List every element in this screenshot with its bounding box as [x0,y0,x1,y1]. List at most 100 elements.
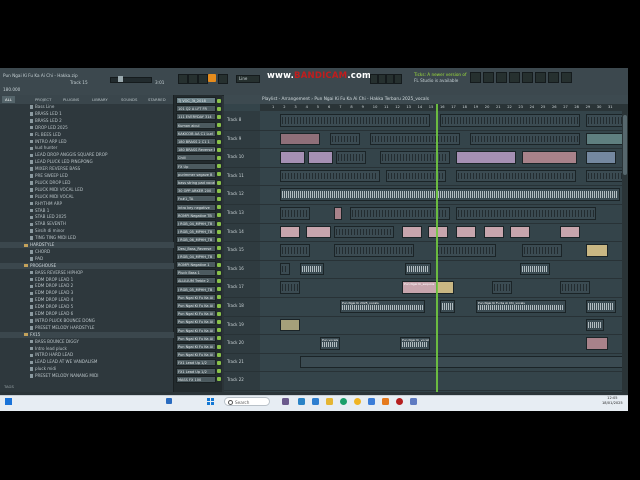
settings-app-icon[interactable] [410,398,417,405]
playlist-clip[interactable] [522,244,562,257]
browser-item[interactable]: RHYTHM ARP [0,201,203,207]
browser-icon[interactable] [522,72,533,83]
track-name[interactable]: Track 18 [227,303,244,308]
playlist-clip[interactable] [586,244,608,257]
channel-button[interactable]: Kumon aicul [176,121,216,129]
track-name[interactable]: Track 20 [227,340,244,345]
playlist-icon[interactable] [470,72,481,83]
master-volume-slider[interactable] [110,77,152,83]
playlist-clip[interactable] [586,132,626,146]
channel-button[interactable]: 180 BRASS Reverse Bar [176,146,216,154]
channel-select-led[interactable] [217,311,221,316]
record-icon[interactable] [370,74,378,84]
task-view-icon[interactable] [298,398,305,405]
channel-button[interactable]: 101 Q2 A LFT FR [176,105,216,113]
playlist-clip[interactable] [300,262,324,276]
channel-select-led[interactable] [217,328,221,333]
playlist-clip[interactable] [456,151,516,164]
channel-button[interactable]: J RGB_04_MPHH_TB [176,252,216,260]
track-name[interactable]: Track 13 [227,210,244,215]
browser-item[interactable]: LEAD DROP ANGGIS SQUARE DROP [0,152,203,158]
playlist-clip[interactable] [280,169,380,183]
channel-button[interactable]: TJ VOC_3t_2018 [176,97,216,104]
playlist-clip[interactable]: Pun Ngai Ki 2025_vocals [340,300,425,313]
playlist-clip[interactable] [440,114,580,127]
channel-button[interactable]: Pluck Bass 1 [176,269,216,277]
select-tool-icon[interactable] [218,74,228,84]
browser-item[interactable]: FL BEES LED [0,132,203,138]
channel-button[interactable]: FX1 Lead Up 1/2 [176,367,216,375]
paint-icon[interactable] [198,74,208,84]
playlist-clip[interactable] [492,281,512,294]
browser-item[interactable]: INTRO PLUCK BOUNCE DONG [0,318,203,324]
help-icon[interactable] [561,72,572,83]
channel-select-led[interactable] [217,180,221,185]
channel-button[interactable]: ROMPI Negative 1 [176,261,216,268]
channel-button[interactable]: intro key negative [176,203,216,211]
browser-item[interactable]: EDM DROP LEAD 3 [0,290,203,296]
draw-tool-icon[interactable] [208,74,216,82]
store-icon[interactable] [368,398,375,405]
channel-select-led[interactable] [217,270,221,275]
track-name[interactable]: Track 17 [227,284,244,289]
tab-plugins[interactable]: PLUGINS [63,96,79,103]
channel-button[interactable]: Pun Ngai Ki Fu Ka Ai [176,302,216,309]
browser-item[interactable]: Sirsih di minor [0,228,203,234]
tab-starred[interactable]: STARRED [148,96,166,103]
channel-button[interactable]: Pun Ngai Ki Fu Ka Ai [176,310,216,318]
browser-item[interactable]: PRESET MELODY HARDSTYLE [0,325,203,331]
playlist-clip[interactable] [336,151,366,164]
browser-item[interactable]: kud hunter [0,145,203,151]
piano-roll-icon[interactable] [483,72,494,83]
playlist-clip[interactable] [280,151,305,164]
mixer-icon[interactable] [509,72,520,83]
channel-select-led[interactable] [217,172,221,177]
track-name[interactable]: Track 21 [227,359,244,364]
channel-button[interactable]: 30 OPP ARKER 200 [176,187,216,195]
fl-studio-app-icon[interactable] [382,398,389,405]
channel-select-led[interactable] [217,229,221,234]
start-button-icon[interactable] [207,398,214,405]
channel-button[interactable]: Pun Ngai Ki Fu Ka Ai [176,293,216,301]
playlist-clip[interactable] [280,225,300,239]
playlist-clip[interactable] [586,300,616,313]
playlist-clip[interactable]: Pun Ngai Ki_sequoia [402,281,440,294]
playlist-clip[interactable] [334,225,394,239]
playlist-clip[interactable] [350,207,450,220]
channel-select-led[interactable] [217,237,221,242]
playlist-clip[interactable] [280,262,290,276]
track-name[interactable]: Track 9 [227,136,241,141]
playlist-clip[interactable] [560,225,580,239]
channel-button[interactable]: ROMPI Negative TB [176,211,216,219]
channel-select-led[interactable] [217,278,221,283]
track-name[interactable]: Track 16 [227,266,244,271]
playlist-clip[interactable] [586,337,608,350]
channel-button[interactable]: Pun Ngai Ki Fu Ka Ai [176,343,216,350]
browser-item[interactable]: PLUCK MIDI VOCAL [0,194,203,200]
channel-select-led[interactable] [217,295,221,300]
browser-item[interactable]: BRASS LED 2 [0,118,203,124]
channel-select-led[interactable] [217,131,221,136]
browser-item[interactable]: BRASS LED 1 [0,111,203,117]
playlist-clip[interactable] [280,132,320,146]
channel-button[interactable]: J RGB_04_MPHH_TB [176,220,216,227]
browser-item[interactable]: MIXER REVERSE BASS [0,166,203,172]
weather-icon[interactable] [166,398,172,404]
channel-select-led[interactable] [217,139,221,144]
track-name[interactable]: Track 8 [227,117,241,122]
channel-select-led[interactable] [217,360,221,365]
tempo-display[interactable]: 180.000 [3,87,20,92]
playlist-clip[interactable] [334,207,342,220]
playlist-clip[interactable] [380,151,450,164]
browser-item[interactable]: LEAD LEAD AT WE VANDALISM [0,359,203,365]
timeline-ruler[interactable]: 1 2 3 4 5 6 7 8 9 10 11 12 13 14 15 16 17 18 19 20 21 22 23 24 2… [260,104,628,111]
channel-button[interactable]: 111 EVERYDAY 314 [176,113,216,121]
playlist-clip[interactable] [436,281,454,294]
channel-select-led[interactable] [217,336,221,341]
browser-item[interactable]: PRESET MELODY NANANG MIDI [0,373,203,379]
playlist-clip[interactable] [586,318,604,332]
track-name[interactable]: Track 10 [227,154,244,159]
playlist-clip[interactable]: Pun Ngai Ki_vocals [400,337,430,350]
browser-item[interactable]: Intro lead pluck [0,346,203,352]
channel-rack-icon[interactable] [496,72,507,83]
